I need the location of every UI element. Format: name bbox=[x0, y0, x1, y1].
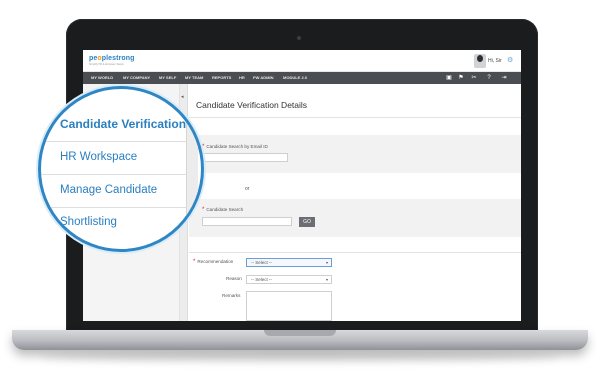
laptop-shadow bbox=[40, 352, 560, 362]
sidebar-item-manage-candidate[interactable]: Manage Candidate bbox=[60, 184, 157, 196]
chevron-down-icon: ▾ bbox=[325, 277, 328, 282]
candidate-search-label: * Candidate Search bbox=[202, 207, 244, 213]
reason-label: Reason bbox=[226, 276, 242, 281]
nav-my-self[interactable]: MY SELF bbox=[159, 72, 176, 84]
greeting: Hi, Sir bbox=[488, 58, 502, 64]
logout-icon[interactable]: ⇥ bbox=[500, 74, 508, 82]
sidebar-item-candidate-verification[interactable]: Candidate Verification Details bbox=[60, 117, 201, 131]
nav-my-world[interactable]: MY WORLD bbox=[91, 72, 113, 84]
chevron-left-icon: ◂ bbox=[181, 94, 184, 100]
form-divider bbox=[189, 252, 521, 253]
remarks-textarea[interactable] bbox=[246, 291, 332, 321]
chevron-down-icon: ▾ bbox=[325, 260, 328, 265]
flag-icon[interactable]: ⚑ bbox=[457, 74, 465, 82]
tools-icon[interactable]: ✂ bbox=[470, 74, 478, 82]
nav-my-company[interactable]: MY COMPANY bbox=[123, 72, 150, 84]
recommendation-select[interactable]: -- Select -- ▾ bbox=[246, 258, 332, 267]
logo-tagline: Simplify HR & Empower Teams bbox=[89, 63, 124, 66]
magnified-collapse-strip: ◂ bbox=[186, 89, 198, 249]
recommendation-label: * Recommendation bbox=[193, 259, 234, 265]
or-separator: or bbox=[245, 186, 250, 192]
divider bbox=[41, 174, 186, 175]
divider bbox=[41, 207, 186, 208]
nav-module[interactable]: MODULE 2.0 bbox=[283, 72, 307, 84]
inbox-icon[interactable]: ▣ bbox=[445, 74, 453, 82]
nav-pw-admin[interactable]: PW ADMIN bbox=[253, 72, 274, 84]
title-divider bbox=[189, 117, 521, 118]
page-title: Candidate Verification Details bbox=[196, 100, 308, 110]
laptop-notch bbox=[264, 330, 336, 336]
email-search-input[interactable] bbox=[202, 153, 288, 162]
reason-select[interactable]: -- Select -- ▾ bbox=[246, 275, 332, 284]
candidate-search-input[interactable] bbox=[202, 217, 292, 226]
go-button[interactable]: GO bbox=[299, 217, 315, 227]
help-icon[interactable]: ? bbox=[485, 74, 493, 82]
nav-reports[interactable]: REPORTS bbox=[212, 72, 231, 84]
email-search-label: * Candidate Search by Email ID bbox=[202, 144, 268, 150]
main-nav: MY WORLD MY COMPANY MY SELF MY TEAM REPO… bbox=[83, 72, 521, 84]
logo[interactable]: peoplestrong bbox=[89, 55, 135, 62]
laptop-mockup: peoplestrong Simplify HR & Empower Teams… bbox=[0, 0, 600, 386]
divider bbox=[41, 141, 186, 142]
nav-hr[interactable]: HR bbox=[239, 72, 245, 84]
sidebar-item-hr-workspace[interactable]: HR Workspace bbox=[60, 151, 137, 163]
main-content: Candidate Verification Details * Candidat… bbox=[189, 84, 521, 321]
app-header: peoplestrong Simplify HR & Empower Teams… bbox=[83, 50, 521, 72]
sidebar-item-shortlisting[interactable]: Shortlisting bbox=[60, 216, 117, 228]
remarks-label: Remarks bbox=[222, 293, 241, 298]
nav-my-team[interactable]: MY TEAM bbox=[185, 72, 203, 84]
gear-icon[interactable]: ⚙ bbox=[507, 56, 513, 64]
camera-icon bbox=[297, 36, 301, 40]
avatar[interactable] bbox=[474, 54, 486, 68]
magnifier-callout: ◂ Candidate Verification Details HR Work… bbox=[38, 86, 204, 252]
